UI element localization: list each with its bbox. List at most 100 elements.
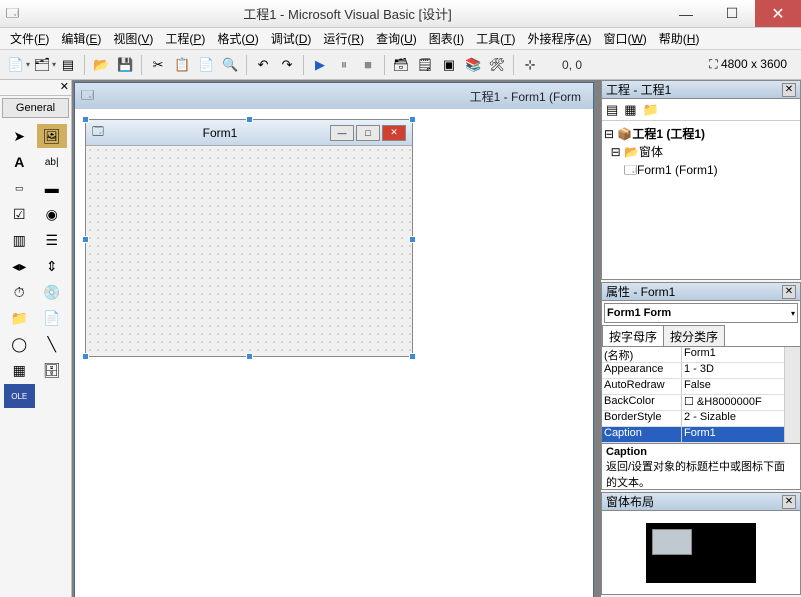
form-layout-title: 窗体布局	[606, 493, 782, 510]
project-tree[interactable]: ⊟ 📦 工程1 (工程1) ⊟ 📂 窗体 🗔 Form1 (Form1)	[602, 121, 800, 183]
property-row[interactable]: (名称)Form1	[602, 347, 800, 363]
toggle-folders-button[interactable]: 📁	[643, 102, 659, 118]
toolbox-button[interactable]: 🛠	[486, 54, 508, 76]
menu-view[interactable]: 视图(V)	[107, 30, 159, 47]
project-explorer-button[interactable]: 🗃	[390, 54, 412, 76]
properties-object-selector[interactable]: Form1 Form▾	[604, 303, 798, 323]
start-button[interactable]: ▶	[309, 54, 331, 76]
open-button[interactable]: 📂	[90, 54, 112, 76]
view-object-button[interactable]: ▦	[624, 102, 636, 118]
menu-window[interactable]: 窗口(W)	[597, 30, 652, 47]
tool-label[interactable]: A	[4, 150, 35, 174]
tool-shape[interactable]: ◯	[4, 332, 35, 356]
toolbox-close-button[interactable]: ✕	[0, 80, 71, 96]
tool-commandbutton[interactable]: ▬	[37, 176, 68, 200]
undo-button[interactable]: ↶	[252, 54, 274, 76]
end-button[interactable]: ■	[357, 54, 379, 76]
tool-image[interactable]: ▦	[4, 358, 35, 382]
properties-scrollbar[interactable]	[784, 347, 800, 443]
resize-handle-ne[interactable]	[409, 116, 416, 123]
tool-filelistbox[interactable]: 📄	[37, 306, 68, 330]
resize-handle-n[interactable]	[246, 116, 253, 123]
find-button[interactable]: 🔍	[219, 54, 241, 76]
tool-hscrollbar[interactable]: ◂▸	[4, 254, 35, 278]
resize-handle-w[interactable]	[82, 236, 89, 243]
form-designer[interactable]: 🗔 Form1 — □ ✕	[85, 119, 413, 357]
property-row[interactable]: AutoRedrawFalse	[602, 379, 800, 395]
menu-addins[interactable]: 外接程序(A)	[521, 30, 597, 47]
tool-ole[interactable]: OLE	[4, 384, 35, 408]
object-browser-button[interactable]: 📚	[462, 54, 484, 76]
properties-grid[interactable]: (名称)Form1Appearance1 - 3DAutoRedrawFalse…	[602, 347, 800, 443]
project-explorer-close-button[interactable]: ✕	[782, 83, 796, 97]
menu-editor-button[interactable]: ▤	[57, 54, 79, 76]
toolbox-panel: ✕ General ➤ 🖼 A ab| ▭ ▬ ☑ ◉ ▥ ☰ ◂▸ ⇕ ⏱ 💿…	[0, 80, 72, 597]
menu-run[interactable]: 运行(R)	[317, 30, 370, 47]
properties-tab-categorized[interactable]: 按分类序	[663, 325, 725, 346]
add-project-button[interactable]: 📄	[5, 54, 27, 76]
tool-timer[interactable]: ⏱	[4, 280, 35, 304]
resize-handle-s[interactable]	[246, 353, 253, 360]
tool-listbox[interactable]: ☰	[37, 228, 68, 252]
copy-button[interactable]: 📋	[171, 54, 193, 76]
property-row[interactable]: CaptionForm1	[602, 427, 800, 443]
form-layout-close-button[interactable]: ✕	[782, 495, 796, 509]
properties-tab-alphabetic[interactable]: 按字母序	[602, 325, 664, 346]
resize-handle-nw[interactable]	[82, 116, 89, 123]
mdi-child-window[interactable]: 🗔 工程1 - Form1 (Form 🗔 Form1 — □ ✕	[74, 82, 594, 597]
menu-file[interactable]: 文件(F)	[4, 30, 55, 47]
property-row[interactable]: Appearance1 - 3D	[602, 363, 800, 379]
properties-button[interactable]: 🗒	[414, 54, 436, 76]
view-code-button[interactable]: ▤	[606, 102, 618, 118]
tool-combobox[interactable]: ▥	[4, 228, 35, 252]
properties-close-button[interactable]: ✕	[782, 285, 796, 299]
resize-handle-e[interactable]	[409, 236, 416, 243]
project-toolbar: ▤ ▦ 📁	[602, 99, 800, 121]
resize-handle-sw[interactable]	[82, 353, 89, 360]
maximize-button[interactable]: ☐	[709, 0, 755, 27]
menu-edit[interactable]: 编辑(E)	[55, 30, 107, 47]
cut-button[interactable]: ✂	[147, 54, 169, 76]
tool-dirlistbox[interactable]: 📁	[4, 306, 35, 330]
redo-button[interactable]: ↷	[276, 54, 298, 76]
mdi-child-titlebar[interactable]: 🗔 工程1 - Form1 (Form	[75, 83, 593, 109]
tool-checkbox[interactable]: ☑	[4, 202, 35, 226]
tool-optionbutton[interactable]: ◉	[37, 202, 68, 226]
form-client-area[interactable]	[86, 146, 412, 356]
resize-handle-se[interactable]	[409, 353, 416, 360]
tool-picturebox[interactable]: 🖼	[37, 124, 68, 148]
mdi-area: 🗔 工程1 - Form1 (Form 🗔 Form1 — □ ✕	[72, 80, 601, 597]
paste-button[interactable]: 📄	[195, 54, 217, 76]
tool-vscrollbar[interactable]: ⇕	[37, 254, 68, 278]
form-maximize-button[interactable]: □	[356, 125, 380, 141]
save-button[interactable]: 💾	[114, 54, 136, 76]
tool-drivelistbox[interactable]: 💿	[37, 280, 68, 304]
menu-diagram[interactable]: 图表(I)	[423, 30, 470, 47]
tool-frame[interactable]: ▭	[4, 176, 35, 200]
tool-data[interactable]: 🗄	[37, 358, 68, 382]
tool-line[interactable]: ╲	[37, 332, 68, 356]
property-row[interactable]: BackColor☐ &H8000000F	[602, 395, 800, 411]
tool-pointer[interactable]: ➤	[4, 124, 35, 148]
menu-format[interactable]: 格式(O)	[211, 30, 264, 47]
toolbox-tab-general[interactable]: General	[2, 98, 69, 118]
property-row[interactable]: BorderStyle2 - Sizable	[602, 411, 800, 427]
menu-help[interactable]: 帮助(H)	[653, 30, 706, 47]
tool-textbox[interactable]: ab|	[37, 150, 68, 174]
form-layout-body[interactable]	[602, 511, 800, 594]
menu-debug[interactable]: 调试(D)	[265, 30, 318, 47]
add-form-button[interactable]: 🗂	[31, 54, 53, 76]
form-layout-button[interactable]: ▣	[438, 54, 460, 76]
monitor-preview	[646, 523, 756, 583]
form-minimize-button[interactable]: —	[330, 125, 354, 141]
form-close-button[interactable]: ✕	[382, 125, 406, 141]
form-preview[interactable]	[652, 529, 692, 555]
close-button[interactable]: ✕	[755, 0, 801, 27]
break-button[interactable]: ⏸	[333, 54, 355, 76]
minimize-button[interactable]: —	[663, 0, 709, 27]
menu-tools[interactable]: 工具(T)	[470, 30, 521, 47]
window-title: 工程1 - Microsoft Visual Basic [设计]	[32, 4, 663, 23]
menu-project[interactable]: 工程(P)	[159, 30, 211, 47]
properties-description: Caption 返回/设置对象的标题栏中或图标下面的文本。	[602, 443, 800, 489]
menu-query[interactable]: 查询(U)	[370, 30, 423, 47]
